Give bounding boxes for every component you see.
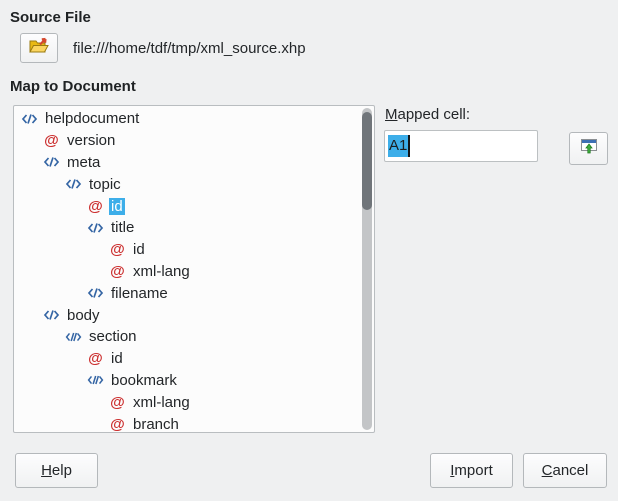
xml-attribute-icon: @ <box>109 242 126 257</box>
open-source-file-button[interactable] <box>20 33 58 63</box>
tree-item[interactable]: @ id <box>14 195 374 217</box>
xml-attribute-icon: @ <box>109 395 126 410</box>
shrink-button[interactable] <box>569 132 608 165</box>
cancel-button-label: Cancel <box>542 462 589 479</box>
tree-item[interactable]: @ branch <box>14 413 374 433</box>
tree-item[interactable]: @ xml-lang <box>14 391 374 413</box>
xml-attribute-icon: @ <box>87 351 104 366</box>
tree-item-label: helpdocument <box>43 110 141 127</box>
tree-item-label: xml-lang <box>131 394 192 411</box>
map-to-document-section-label: Map to Document <box>10 78 136 95</box>
tree-item-label: topic <box>87 176 123 193</box>
help-button-label: Help <box>41 462 72 479</box>
tree-item-label: id <box>109 350 125 367</box>
tree-item[interactable]: @ id <box>14 239 374 261</box>
xml-source-dialog: Source File file:///home/tdf/tmp/xml_sou… <box>0 0 618 501</box>
tree-item[interactable]: meta <box>14 152 374 174</box>
xml-element-repeat-icon <box>65 329 82 345</box>
import-button-label: Import <box>450 462 493 479</box>
mapped-cell-value: A1 <box>388 135 408 157</box>
xml-element-repeat-icon <box>87 372 104 388</box>
tree-item[interactable]: @ version <box>14 130 374 152</box>
source-file-url: file:///home/tdf/tmp/xml_source.xhp <box>73 40 306 57</box>
tree-item-label: version <box>65 132 117 149</box>
open-folder-icon <box>28 37 50 59</box>
xml-structure-tree[interactable]: helpdocument @ version meta topic @ id title @ id… <box>13 105 375 433</box>
tree-item[interactable]: topic <box>14 173 374 195</box>
xml-attribute-icon: @ <box>109 264 126 279</box>
xml-attribute-icon: @ <box>109 417 126 432</box>
tree-item-label: title <box>109 219 136 236</box>
xml-element-icon <box>65 176 82 192</box>
tree-scrollbar[interactable] <box>362 108 372 430</box>
tree-item[interactable]: bookmark <box>14 370 374 392</box>
mapped-cell-label: Mapped cell: <box>385 106 470 123</box>
tree-item-label: section <box>87 328 139 345</box>
tree-item[interactable]: title <box>14 217 374 239</box>
help-button[interactable]: Help <box>15 453 98 488</box>
shrink-icon <box>579 138 599 159</box>
import-button[interactable]: Import <box>430 453 513 488</box>
source-file-section-label: Source File <box>10 9 91 26</box>
tree-item-label: body <box>65 307 102 324</box>
tree-item[interactable]: body <box>14 304 374 326</box>
mapped-cell-input[interactable]: A1 <box>384 130 538 162</box>
text-caret <box>408 135 410 157</box>
xml-attribute-icon: @ <box>87 199 104 214</box>
xml-element-icon <box>21 111 38 127</box>
tree-item-label: bookmark <box>109 372 179 389</box>
tree-item-label: meta <box>65 154 102 171</box>
xml-element-icon <box>87 285 104 301</box>
cancel-button[interactable]: Cancel <box>523 453 607 488</box>
tree-item[interactable]: filename <box>14 282 374 304</box>
tree-item-label: xml-lang <box>131 263 192 280</box>
xml-element-icon <box>43 307 60 323</box>
tree-item-label: id <box>109 198 125 215</box>
tree-rows-container: helpdocument @ version meta topic @ id title @ id… <box>14 108 374 433</box>
xml-attribute-icon: @ <box>43 133 60 148</box>
tree-item[interactable]: section <box>14 326 374 348</box>
xml-element-icon <box>43 154 60 170</box>
tree-item[interactable]: @ id <box>14 348 374 370</box>
xml-element-icon <box>87 220 104 236</box>
scrollbar-thumb[interactable] <box>362 112 372 210</box>
tree-item-label: filename <box>109 285 170 302</box>
tree-item-label: branch <box>131 416 181 433</box>
tree-item-label: id <box>131 241 147 258</box>
tree-item[interactable]: @ xml-lang <box>14 261 374 283</box>
tree-item[interactable]: helpdocument <box>14 108 374 130</box>
